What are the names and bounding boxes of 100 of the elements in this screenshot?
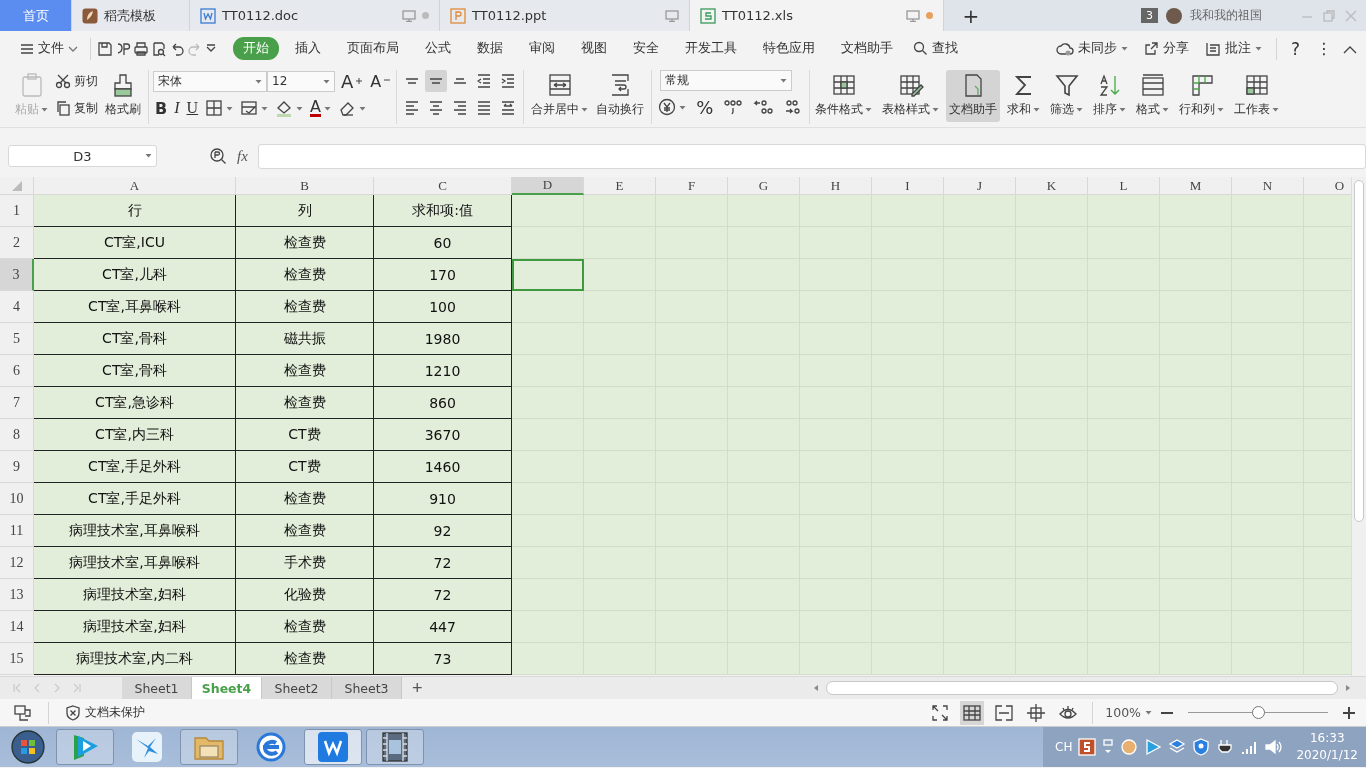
sync-button[interactable]: 未同步 [1049, 38, 1134, 59]
more-button[interactable]: ⋮ [1310, 37, 1338, 60]
font-color-button[interactable]: A [308, 97, 334, 119]
ribbon-tab[interactable]: 审阅 [519, 37, 565, 60]
zoom-in-icon[interactable] [1342, 705, 1356, 720]
expand-tray-icon[interactable] [1102, 738, 1115, 756]
ribbon-tab[interactable]: 公式 [415, 37, 461, 60]
scroll-right-icon[interactable] [1344, 684, 1352, 692]
save-icon[interactable] [97, 40, 113, 57]
column-header[interactable]: N [1232, 177, 1304, 195]
file-menu[interactable]: 文件 [14, 38, 84, 59]
play-icon[interactable] [1144, 738, 1163, 756]
function-button[interactable]: fx [237, 147, 248, 165]
protection-status[interactable]: 文档未保护 [65, 704, 145, 721]
row-header[interactable]: 13 [0, 579, 34, 611]
italic-button[interactable]: I [172, 97, 182, 119]
taskbar-app[interactable] [366, 729, 424, 765]
column-header[interactable]: C [374, 177, 512, 195]
name-box[interactable]: D3 [8, 145, 157, 167]
power-plug-icon[interactable] [1216, 738, 1235, 756]
close-icon[interactable] [1344, 8, 1358, 23]
column-header[interactable]: J [944, 177, 1016, 195]
column-header[interactable]: G [728, 177, 800, 195]
rowcol-button[interactable]: 行和列 [1176, 70, 1228, 122]
row-header[interactable]: 8 [0, 419, 34, 451]
document-assistant-button[interactable]: 文档助手 [946, 70, 1001, 122]
vertical-scrollbar[interactable] [1351, 177, 1366, 676]
ribbon-tab[interactable]: 安全 [623, 37, 669, 60]
taskbar-app[interactable] [304, 729, 362, 765]
comment-button[interactable]: 批注 [1198, 38, 1268, 59]
number-format-select[interactable]: 常规 [660, 70, 793, 91]
column-header[interactable]: B [236, 177, 374, 195]
print-icon[interactable] [133, 40, 149, 57]
row-header[interactable]: 4 [0, 291, 34, 323]
sum-button[interactable]: 求和 [1004, 70, 1044, 122]
sheet-tab[interactable]: Sheet1 [122, 677, 192, 699]
column-header[interactable]: M [1160, 177, 1232, 195]
column-header[interactable]: K [1016, 177, 1088, 195]
document-tab[interactable]: TT0112.doc [190, 0, 440, 31]
align-middle-button[interactable] [425, 70, 448, 92]
table-style-button[interactable]: 表格样式 [879, 70, 943, 122]
row-header[interactable]: 11 [0, 515, 34, 547]
sheet-button[interactable]: 工作表 [1231, 70, 1283, 122]
user-name[interactable]: 我和我的祖国 [1190, 7, 1262, 24]
print-preview-icon[interactable] [151, 40, 167, 57]
font-select[interactable]: 宋体 [153, 70, 267, 92]
normal-view-button[interactable] [960, 700, 985, 725]
horizontal-scrollbar[interactable] [826, 681, 1338, 695]
ribbon-tab[interactable]: 插入 [285, 37, 331, 60]
document-map-icon[interactable] [12, 703, 32, 722]
shield-user-icon[interactable] [1192, 738, 1211, 756]
sort-button[interactable]: 排序 [1090, 70, 1130, 122]
add-sheet-button[interactable]: + [402, 677, 433, 699]
filter-button[interactable]: 筛选 [1047, 70, 1087, 122]
select-all-corner[interactable] [0, 177, 34, 195]
zoom-icon[interactable] [209, 147, 227, 165]
input-method-icon[interactable] [1078, 738, 1097, 756]
shrink-font-button[interactable]: A [368, 70, 393, 92]
row-header[interactable]: 3 [0, 259, 34, 291]
row-header[interactable]: 14 [0, 611, 34, 643]
bold-button[interactable]: B [153, 97, 170, 119]
row-header[interactable]: 15 [0, 643, 34, 675]
row-header[interactable]: 10 [0, 483, 34, 515]
row-header[interactable]: 5 [0, 323, 34, 355]
window-count[interactable]: 3 [1141, 8, 1158, 23]
conditional-button[interactable]: 条件格式 [812, 70, 876, 122]
new-tab-button[interactable]: + [950, 0, 992, 31]
scroll-left-icon[interactable] [812, 684, 820, 692]
column-header[interactable]: L [1088, 177, 1160, 195]
percent-button[interactable]: % [694, 96, 716, 118]
row-header[interactable]: 9 [0, 451, 34, 483]
format-painter-button[interactable]: 格式刷 [102, 70, 144, 122]
font-size-select[interactable]: 12 [267, 70, 335, 92]
column-header[interactable]: I [872, 177, 944, 195]
ribbon-tab[interactable]: 视图 [571, 37, 617, 60]
column-header[interactable]: H [800, 177, 872, 195]
ribbon-tab[interactable]: 开发工具 [675, 37, 747, 60]
format-button[interactable]: 格式 [1133, 70, 1173, 122]
ribbon-tab[interactable]: 数据 [467, 37, 513, 60]
speaker-icon[interactable] [1264, 738, 1283, 756]
merge-button[interactable]: 合并居中 [528, 70, 592, 122]
formula-field[interactable] [257, 143, 1366, 169]
document-tab[interactable]: TT0112.xls [690, 0, 944, 31]
copy-button[interactable]: 复制 [53, 97, 100, 119]
share-button[interactable]: 分享 [1137, 38, 1195, 59]
search-button[interactable]: 查找 [907, 38, 964, 59]
row-header[interactable]: 7 [0, 387, 34, 419]
avatar[interactable] [1166, 7, 1182, 24]
document-tab[interactable]: TT0112.ppt [440, 0, 690, 31]
column-header[interactable]: F [656, 177, 728, 195]
column-header[interactable]: A [34, 177, 236, 195]
row-header[interactable]: 1 [0, 195, 34, 227]
sheet-tab[interactable]: Sheet2 [262, 677, 332, 699]
ribbon-tab[interactable]: 文档助手 [831, 37, 903, 60]
grow-font-button[interactable]: A [339, 70, 365, 92]
pdf-export-icon[interactable] [115, 40, 131, 57]
restore-icon[interactable] [1322, 8, 1336, 23]
row-header[interactable]: 12 [0, 547, 34, 579]
document-tab[interactable]: 稻壳模板 [72, 0, 190, 31]
ribbon-tab[interactable]: 特色应用 [753, 37, 825, 60]
